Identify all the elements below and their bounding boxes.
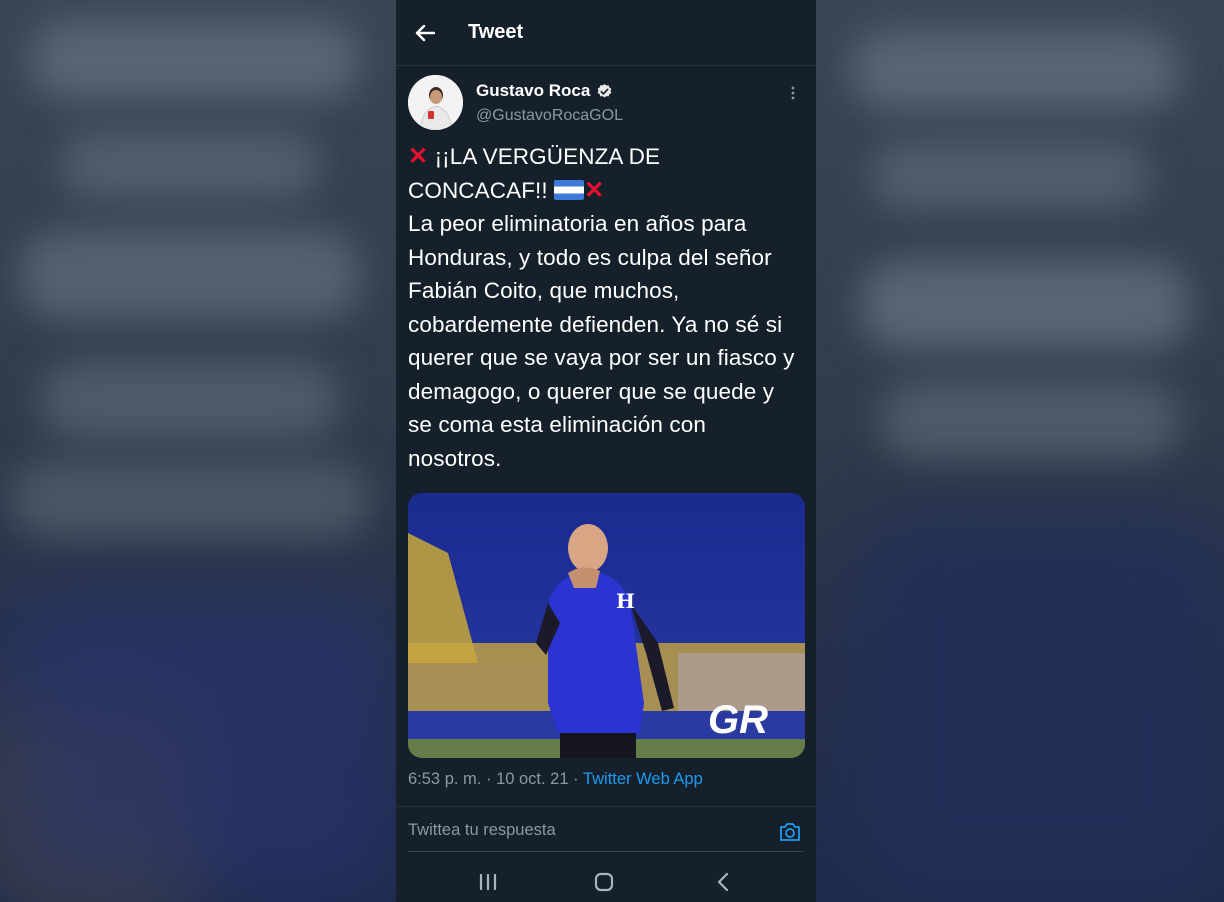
tweet-time: 6:53 p. m. — [408, 770, 482, 788]
verified-badge-icon — [596, 83, 613, 100]
tweet-headline-1: ¡¡LA VERGÜENZA DE — [434, 144, 661, 169]
system-nav-bar — [396, 852, 816, 902]
tweet-headline-2: CONCACAF!! — [408, 177, 548, 203]
divider — [396, 806, 816, 807]
cross-mark-icon: ✕ — [408, 143, 429, 170]
tweet-author: Gustavo Roca @GustavoRocaGOL — [396, 66, 816, 130]
recents-icon[interactable] — [476, 872, 500, 892]
reply-input[interactable]: Twittea tu respuesta — [408, 821, 556, 840]
media-watermark: GR — [708, 698, 768, 742]
cross-mark-icon: ✕ — [584, 176, 605, 204]
tweet-date: 10 oct. 21 — [496, 770, 569, 788]
arrow-left-icon[interactable] — [414, 22, 436, 44]
author-handle[interactable]: @GustavoRocaGOL — [476, 107, 623, 125]
top-bar: Tweet — [396, 0, 816, 66]
camera-icon[interactable] — [778, 821, 802, 843]
page-title: Tweet — [468, 21, 524, 43]
more-vertical-icon[interactable] — [784, 86, 802, 100]
tweet-body: La peor eliminatoria en años para Hondur… — [408, 211, 801, 471]
author-name[interactable]: Gustavo Roca — [476, 81, 590, 101]
phone-screen: Tweet Gustavo Roca @GustavoRocaGOL ✕ ¡¡L… — [396, 0, 816, 902]
avatar[interactable] — [408, 75, 463, 130]
meta-separator: · — [573, 770, 579, 788]
tweet-meta: 6:53 p. m. · 10 oct. 21 · Twitter Web Ap… — [408, 770, 703, 789]
tweet-source-link[interactable]: Twitter Web App — [583, 770, 703, 788]
honduras-flag-icon — [554, 179, 585, 200]
tweet-photo[interactable]: H GR — [408, 493, 805, 758]
back-chevron-icon[interactable] — [711, 872, 735, 892]
svg-text:H: H — [616, 589, 635, 613]
meta-separator: · — [485, 770, 492, 788]
home-icon[interactable] — [592, 872, 616, 892]
tweet-text: ✕ ¡¡LA VERGÜENZA DE CONCACAF!! ✕ La peor… — [396, 130, 816, 475]
